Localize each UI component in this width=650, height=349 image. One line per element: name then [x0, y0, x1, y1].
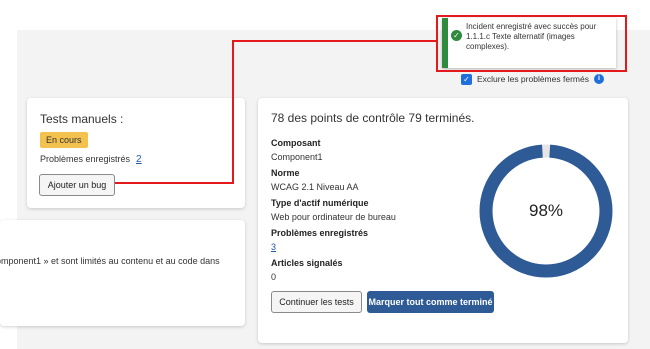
exclude-closed-filter: ✓ Exclure les problèmes fermés i — [461, 72, 604, 86]
annotation-arrow-line — [115, 40, 438, 184]
exclude-closed-label: Exclure les problèmes fermés — [477, 74, 589, 84]
info-icon[interactable]: i — [593, 74, 604, 84]
annotation-highlight-box — [436, 15, 627, 72]
exclude-closed-checkbox[interactable]: ✓ — [461, 73, 472, 85]
